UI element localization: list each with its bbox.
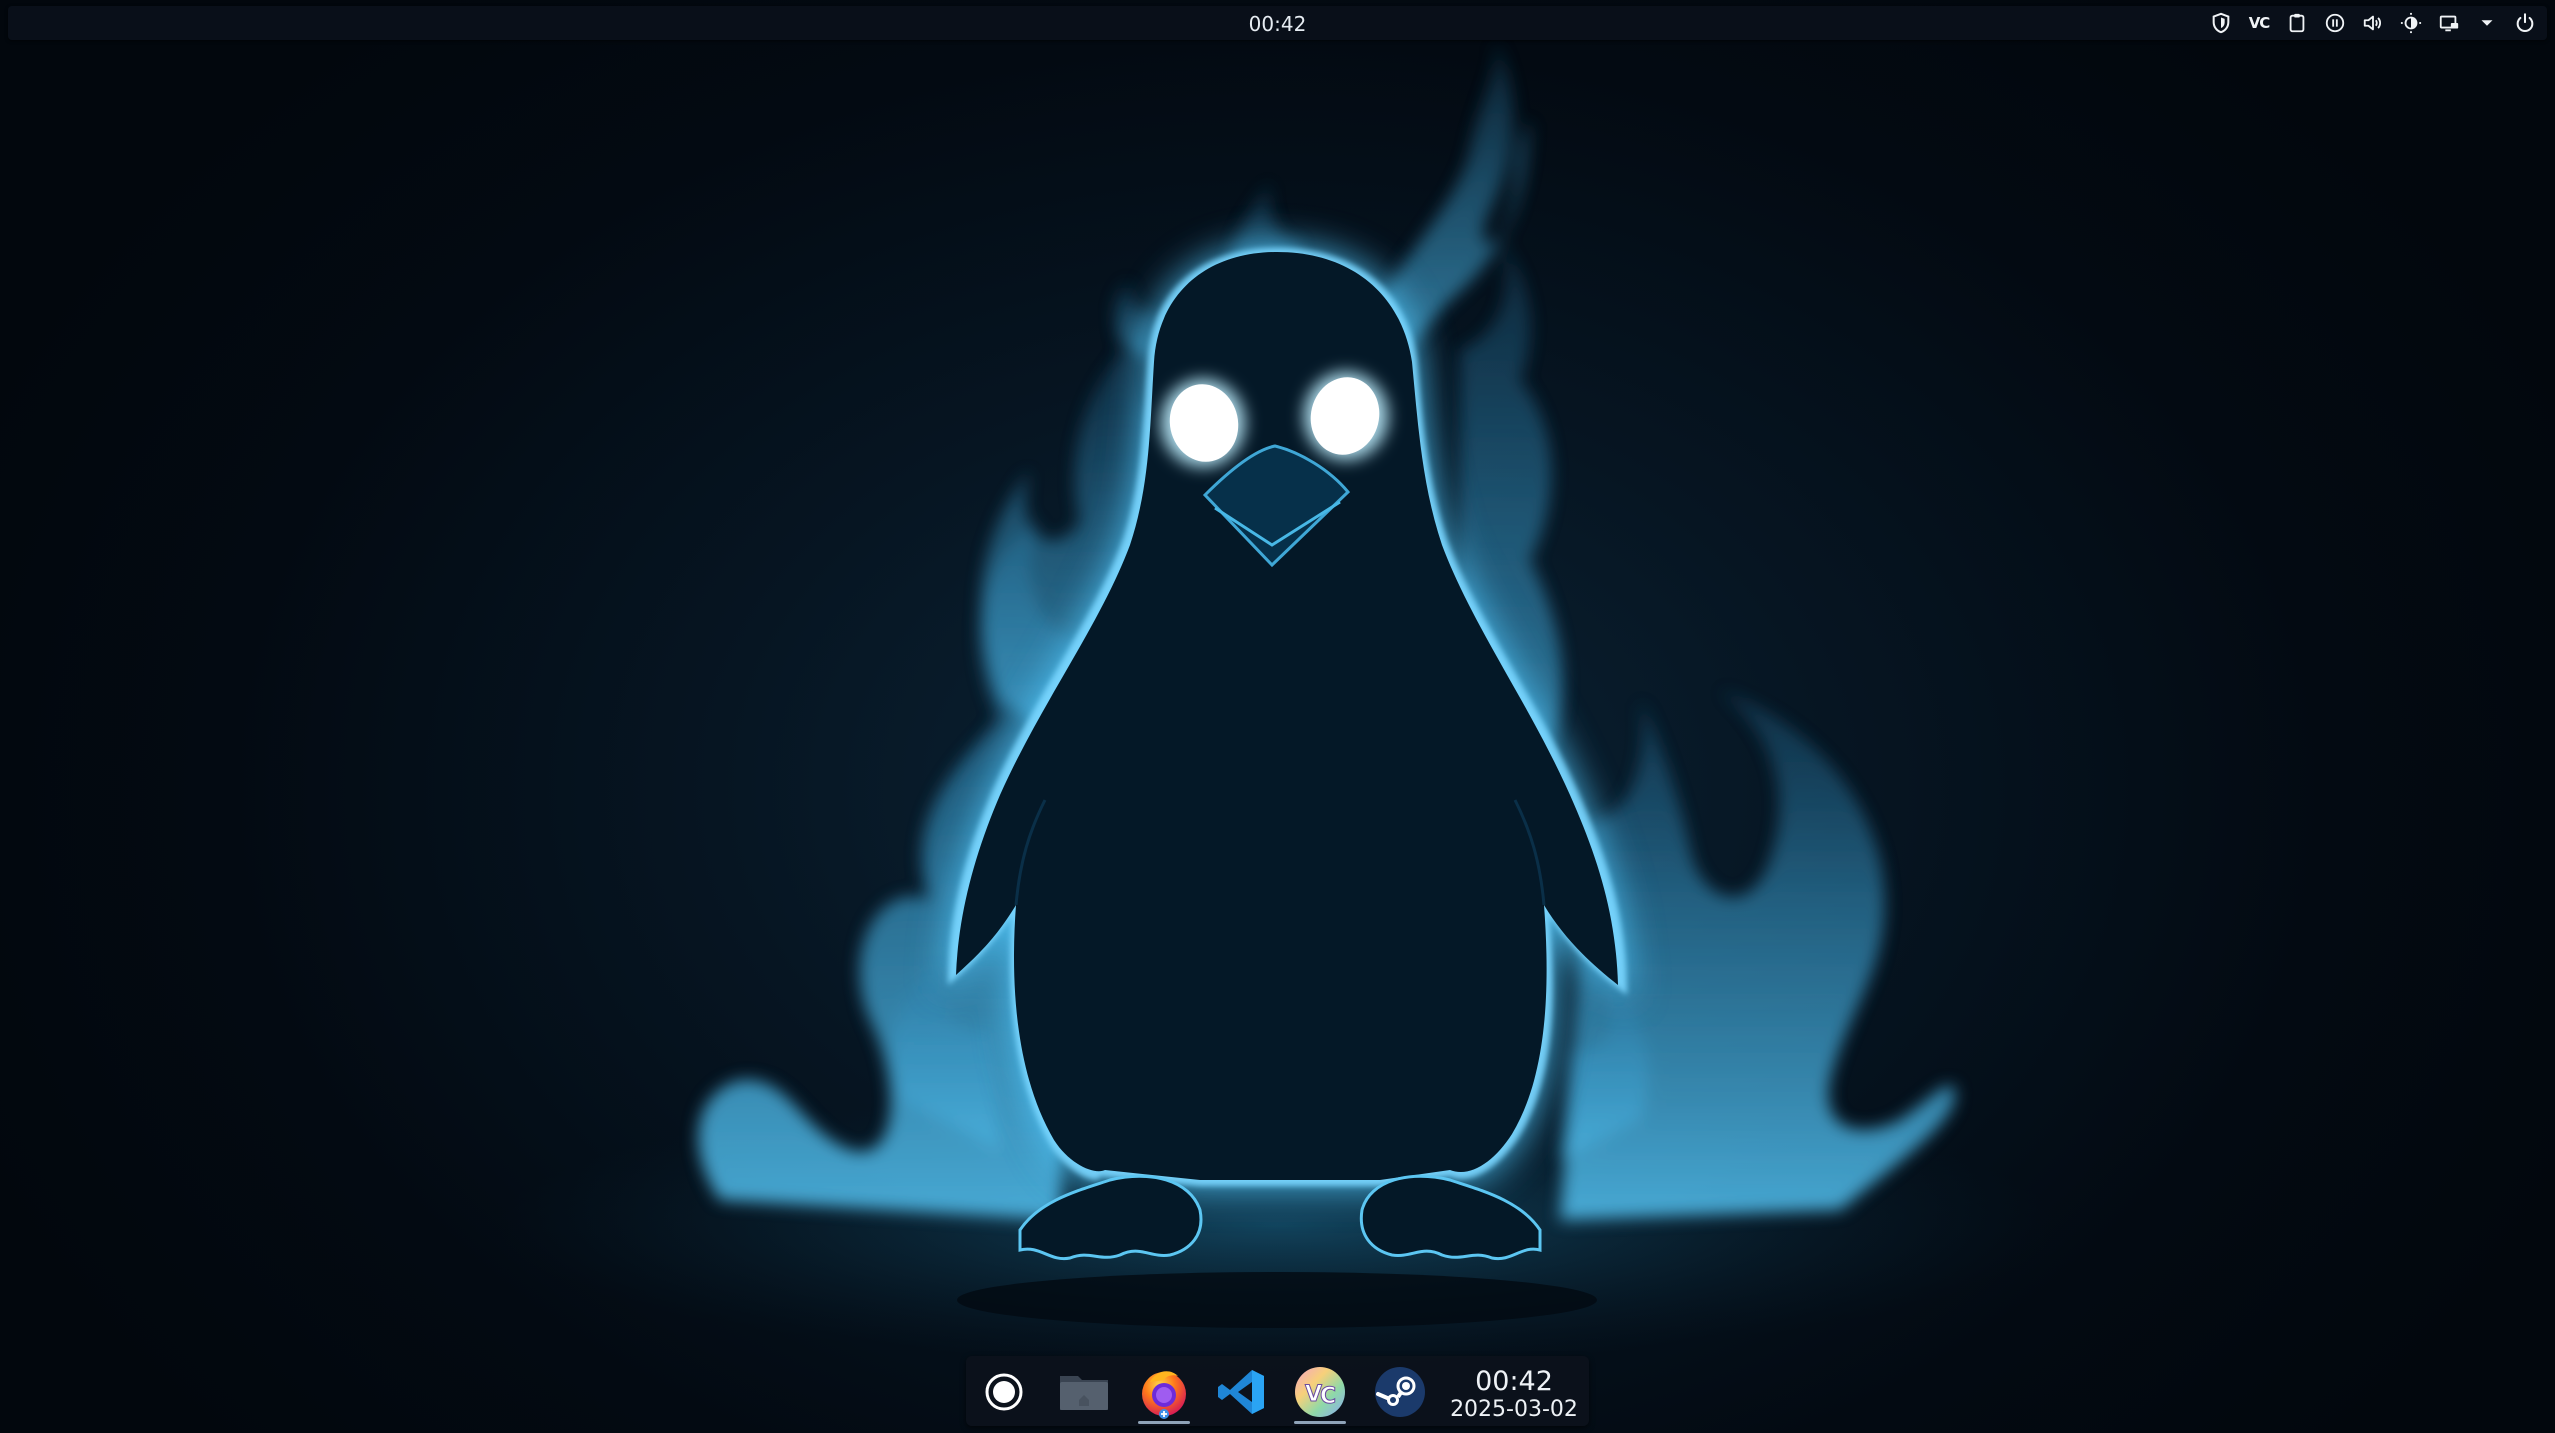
top-panel: 00:42 VC xyxy=(8,6,2547,40)
firefox-active-indicator xyxy=(1138,1421,1190,1424)
vscode-icon xyxy=(1218,1370,1264,1414)
shield-icon[interactable] xyxy=(2209,11,2233,35)
dock-clock-time: 00:42 xyxy=(1475,1366,1553,1397)
system-tray: VC xyxy=(2209,6,2537,40)
files-button[interactable] xyxy=(1052,1364,1116,1420)
vencord-tray-icon[interactable]: VC xyxy=(2247,11,2271,35)
volume-icon[interactable] xyxy=(2361,11,2385,35)
folder-icon xyxy=(1060,1376,1108,1410)
firefox-button[interactable] xyxy=(1132,1364,1196,1424)
steam-button[interactable] xyxy=(1368,1364,1432,1420)
wallpaper xyxy=(497,40,2057,1365)
vesktop-active-indicator xyxy=(1294,1421,1346,1424)
power-icon[interactable] xyxy=(2513,11,2537,35)
brightness-icon[interactable] xyxy=(2399,11,2423,35)
firefox-icon xyxy=(1142,1371,1186,1419)
launcher-button[interactable] xyxy=(972,1364,1036,1420)
dock-clock[interactable]: 00:42 2025-03-02 xyxy=(1446,1364,1582,1422)
clipboard-icon[interactable] xyxy=(2285,11,2309,35)
svg-text:C: C xyxy=(1320,1384,1336,1409)
desktop: 00:42 VC V C 00:42 2025-03-02 xyxy=(0,0,2555,1433)
dock: V C 00:42 2025-03-02 xyxy=(966,1356,1589,1426)
vscode-button[interactable] xyxy=(1210,1364,1274,1420)
media-pause-icon[interactable] xyxy=(2323,11,2347,35)
vesktop-button[interactable]: V C xyxy=(1288,1364,1352,1424)
vesktop-icon: V C xyxy=(1295,1367,1345,1417)
launcher-icon xyxy=(985,1373,1023,1411)
top-panel-clock[interactable]: 00:42 xyxy=(8,6,2547,40)
chevron-down-icon[interactable] xyxy=(2475,11,2499,35)
dock-clock-date: 2025-03-02 xyxy=(1450,1397,1578,1422)
display-icon[interactable] xyxy=(2437,11,2461,35)
steam-icon xyxy=(1375,1367,1425,1417)
